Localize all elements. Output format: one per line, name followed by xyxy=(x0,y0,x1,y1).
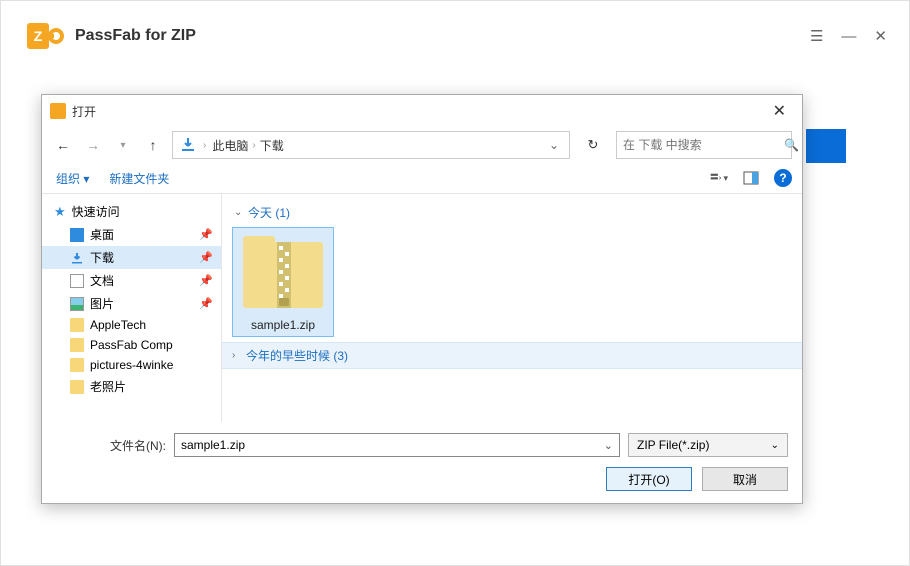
filename-input-wrapper[interactable]: ⌄ xyxy=(174,433,620,457)
group-earlier-this-year[interactable]: › 今年的早些时候 (3) xyxy=(232,347,792,364)
filename-label: 文件名(N): xyxy=(56,437,166,454)
group-today[interactable]: ⌄ 今天 (1) xyxy=(232,202,792,227)
app-title: PassFab for ZIP xyxy=(75,27,196,45)
sidebar-folder[interactable]: PassFab Comp xyxy=(42,335,221,355)
view-mode-icon[interactable]: ▾ xyxy=(710,169,728,187)
download-icon xyxy=(70,251,84,265)
desktop-icon xyxy=(70,228,84,242)
search-icon[interactable]: 🔍 xyxy=(784,138,799,152)
sidebar-folder[interactable]: 老照片 xyxy=(42,375,221,398)
sidebar-item-pictures[interactable]: 图片 📌 xyxy=(42,292,221,315)
nav-history-dropdown-icon[interactable]: ▾ xyxy=(112,134,134,156)
new-folder-button[interactable]: 新建文件夹 xyxy=(109,170,169,187)
filetype-select[interactable]: ZIP File(*.zip) ⌄ xyxy=(628,433,788,457)
address-dropdown-icon[interactable]: ⌄ xyxy=(549,138,563,152)
sidebar-folder[interactable]: pictures-4winke xyxy=(42,355,221,375)
dialog-title: 打开 xyxy=(72,103,96,120)
menu-icon[interactable]: ☰ xyxy=(810,27,823,45)
sidebar-item-desktop[interactable]: 桌面 📌 xyxy=(42,223,221,246)
document-icon xyxy=(70,274,84,288)
background-button-fragment xyxy=(806,129,846,163)
close-app-icon[interactable]: ✕ xyxy=(874,27,887,45)
nav-forward-icon: → xyxy=(82,134,104,156)
address-bar[interactable]: › 此电脑 › 下载 ⌄ xyxy=(172,131,570,159)
sidebar-folder[interactable]: AppleTech xyxy=(42,315,221,335)
sidebar-item-documents[interactable]: 文档 📌 xyxy=(42,269,221,292)
file-open-dialog: 打开 ✕ ← → ▾ ↑ › 此电脑 › 下载 ⌄ ↻ 🔍 组织 ▾ xyxy=(41,94,803,504)
refresh-icon[interactable]: ↻ xyxy=(578,131,608,159)
sidebar: ★ 快速访问 桌面 📌 下载 📌 文档 📌 图片 📌 AppleTech Pas… xyxy=(42,194,222,422)
close-dialog-icon[interactable]: ✕ xyxy=(767,101,792,121)
pin-icon: 📌 xyxy=(199,274,213,287)
filename-dropdown-icon[interactable]: ⌄ xyxy=(604,439,613,452)
chevron-down-icon: ⌄ xyxy=(234,207,244,218)
cancel-button[interactable]: 取消 xyxy=(702,467,788,491)
chevron-right-icon: › xyxy=(252,140,255,151)
dropdown-icon: ▾ xyxy=(83,172,89,186)
folder-icon xyxy=(70,358,84,372)
nav-back-icon[interactable]: ← xyxy=(52,134,74,156)
pin-icon: 📌 xyxy=(199,251,213,264)
sidebar-item-downloads[interactable]: 下载 📌 xyxy=(42,246,221,269)
organize-button[interactable]: 组织 ▾ xyxy=(56,170,89,187)
help-icon[interactable]: ? xyxy=(774,169,792,187)
svg-text:Z: Z xyxy=(34,28,43,44)
breadcrumb-folder[interactable]: 下载 xyxy=(260,137,284,154)
download-location-icon xyxy=(179,136,197,154)
pin-icon: 📌 xyxy=(199,297,213,310)
dropdown-icon: ⌄ xyxy=(771,440,779,451)
pin-icon: 📌 xyxy=(199,228,213,241)
zip-file-icon xyxy=(237,232,329,314)
nav-up-icon[interactable]: ↑ xyxy=(142,134,164,156)
file-label: sample1.zip xyxy=(251,318,315,332)
app-logo-icon: Z xyxy=(23,15,65,57)
chevron-right-icon: › xyxy=(232,350,242,361)
dialog-app-icon xyxy=(50,103,66,119)
preview-pane-icon[interactable] xyxy=(742,169,760,187)
file-list[interactable]: ⌄ 今天 (1) sample1.zip › xyxy=(222,194,802,422)
open-button[interactable]: 打开(O) xyxy=(606,467,692,491)
minimize-icon[interactable]: — xyxy=(841,28,856,45)
search-box[interactable]: 🔍 xyxy=(616,131,792,159)
chevron-right-icon: › xyxy=(203,140,206,151)
folder-icon xyxy=(70,338,84,352)
folder-icon xyxy=(70,380,84,394)
breadcrumb-root[interactable]: 此电脑 xyxy=(212,137,248,154)
sidebar-quick-access[interactable]: ★ 快速访问 xyxy=(42,200,221,223)
search-input[interactable] xyxy=(623,138,778,152)
file-item-selected[interactable]: sample1.zip xyxy=(232,227,334,337)
filename-input[interactable] xyxy=(181,438,604,452)
star-icon: ★ xyxy=(54,204,66,220)
folder-icon xyxy=(70,318,84,332)
pictures-icon xyxy=(70,297,84,311)
